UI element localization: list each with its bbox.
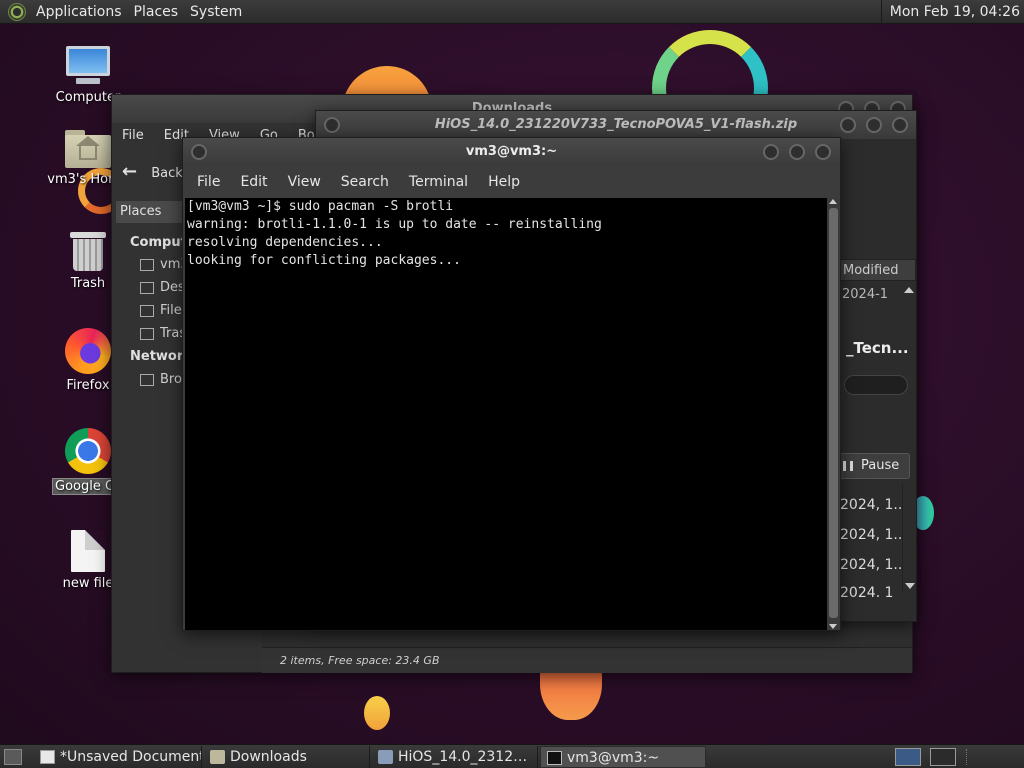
text-editor-icon [40, 750, 55, 764]
column-header-modified[interactable]: Modified [838, 259, 916, 281]
menu-edit[interactable]: Edit [230, 168, 277, 196]
terminal-output[interactable]: [vm3@vm3 ~]$ sudo pacman -S brotli warni… [185, 198, 827, 630]
statusbar: 2 items, Free space: 23.4 GB [262, 647, 912, 673]
scrollbar-thumb[interactable] [829, 208, 838, 618]
window-title: vm3@vm3:~ [465, 144, 558, 159]
status-text: 2 items, Free space: 23.4 GB [280, 654, 440, 667]
wallpaper-blob [364, 696, 390, 730]
scroll-up-icon[interactable] [904, 287, 914, 293]
top-panel: Applications Places System Mon Feb 19, 0… [0, 0, 1024, 24]
terminal-scrollbar[interactable] [827, 198, 840, 630]
workspace-1[interactable] [895, 748, 921, 766]
back-label: Back [151, 166, 183, 181]
clock[interactable]: Mon Feb 19, 04:26 [880, 0, 1020, 24]
panel-handle[interactable] [966, 749, 970, 765]
terminal-line: warning: brotli-1.1.0-1 is up to date --… [187, 217, 602, 232]
back-arrow-icon: ← [122, 161, 138, 182]
network-icon [140, 373, 154, 386]
places-menu[interactable]: Places [128, 0, 185, 24]
mate-logo-icon[interactable] [8, 2, 26, 21]
download-icon [378, 750, 393, 764]
download-progress-bar [844, 375, 908, 395]
minimize-button[interactable] [763, 144, 779, 160]
pause-button[interactable]: Pause [836, 453, 910, 479]
menubar: File Edit View Search Terminal Help [187, 168, 530, 196]
menu-view[interactable]: View [278, 168, 331, 196]
window-titlebar[interactable]: vm3@vm3:~ [183, 138, 840, 166]
workspace-2[interactable] [930, 748, 956, 766]
scroll-up-icon[interactable] [829, 199, 837, 204]
panel-menubar: Applications Places System [0, 0, 248, 24]
scroll-down-icon[interactable] [829, 624, 837, 629]
menu-help[interactable]: Help [478, 168, 530, 196]
file-icon [71, 530, 105, 572]
pause-icon [843, 461, 853, 471]
menu-file[interactable]: File [187, 168, 230, 196]
taskbar-item-hios[interactable]: HiOS_14.0_231220V733_TecnoPOVA5_V1-flash… [372, 746, 538, 768]
home-icon [140, 258, 154, 271]
menu-terminal[interactable]: Terminal [399, 168, 478, 196]
list-item[interactable]: 2024, 1 [840, 585, 893, 597]
maximize-button[interactable] [789, 144, 805, 160]
chrome-icon [65, 428, 111, 474]
terminal-line: looking for conflicting packages... [187, 253, 461, 268]
list-item[interactable]: 2024, 1... [840, 527, 907, 543]
taskbar-item-terminal[interactable]: vm3@vm3:~ [540, 746, 706, 768]
scroll-down-icon[interactable] [905, 583, 915, 589]
computer-icon [64, 46, 112, 86]
window-titlebar[interactable]: HiOS_14.0_231220V733_TecnoPOVA5_V1-flash… [316, 111, 916, 139]
list-item[interactable]: 2024, 1... [840, 557, 907, 573]
close-button[interactable] [892, 117, 908, 133]
show-desktop-button[interactable] [4, 749, 22, 765]
home-folder-icon [65, 130, 111, 168]
list-item[interactable]: 2024, 1... [840, 497, 907, 513]
drive-icon [140, 304, 154, 317]
sidebar-places-selector[interactable]: Places [116, 201, 186, 223]
menu-file[interactable]: File [112, 123, 154, 149]
download-filename: _Tecn... [846, 339, 909, 357]
trash-icon [70, 230, 106, 272]
applications-menu[interactable]: Applications [30, 0, 128, 24]
menu-search[interactable]: Search [331, 168, 399, 196]
terminal-icon [547, 751, 562, 765]
terminal-line: [vm3@vm3 ~]$ sudo pacman -S brotli [187, 199, 454, 214]
taskbar-item-downloads[interactable]: Downloads [204, 746, 370, 768]
close-button[interactable] [815, 144, 831, 160]
maximize-button[interactable] [866, 117, 882, 133]
minimize-button[interactable] [840, 117, 856, 133]
taskbar-item-pluma[interactable]: *Unsaved Document 1 - Pluma [34, 746, 202, 768]
system-menu[interactable]: System [184, 0, 248, 24]
terminal-line: resolving dependencies... [187, 235, 383, 250]
terminal-window[interactable]: vm3@vm3:~ File Edit View Search Terminal… [182, 137, 841, 631]
back-button[interactable]: ← Back [122, 161, 183, 182]
cell-date: 2024-1 [842, 287, 889, 302]
scrollbar[interactable] [902, 483, 916, 593]
desktop-icon [140, 281, 154, 294]
bottom-panel: *Unsaved Document 1 - Pluma Downloads Hi… [0, 744, 1024, 768]
trash-icon [140, 327, 154, 340]
folder-icon [210, 750, 225, 764]
window-title: HiOS_14.0_231220V733_TecnoPOVA5_V1-flash… [434, 117, 798, 132]
firefox-icon [65, 328, 111, 374]
